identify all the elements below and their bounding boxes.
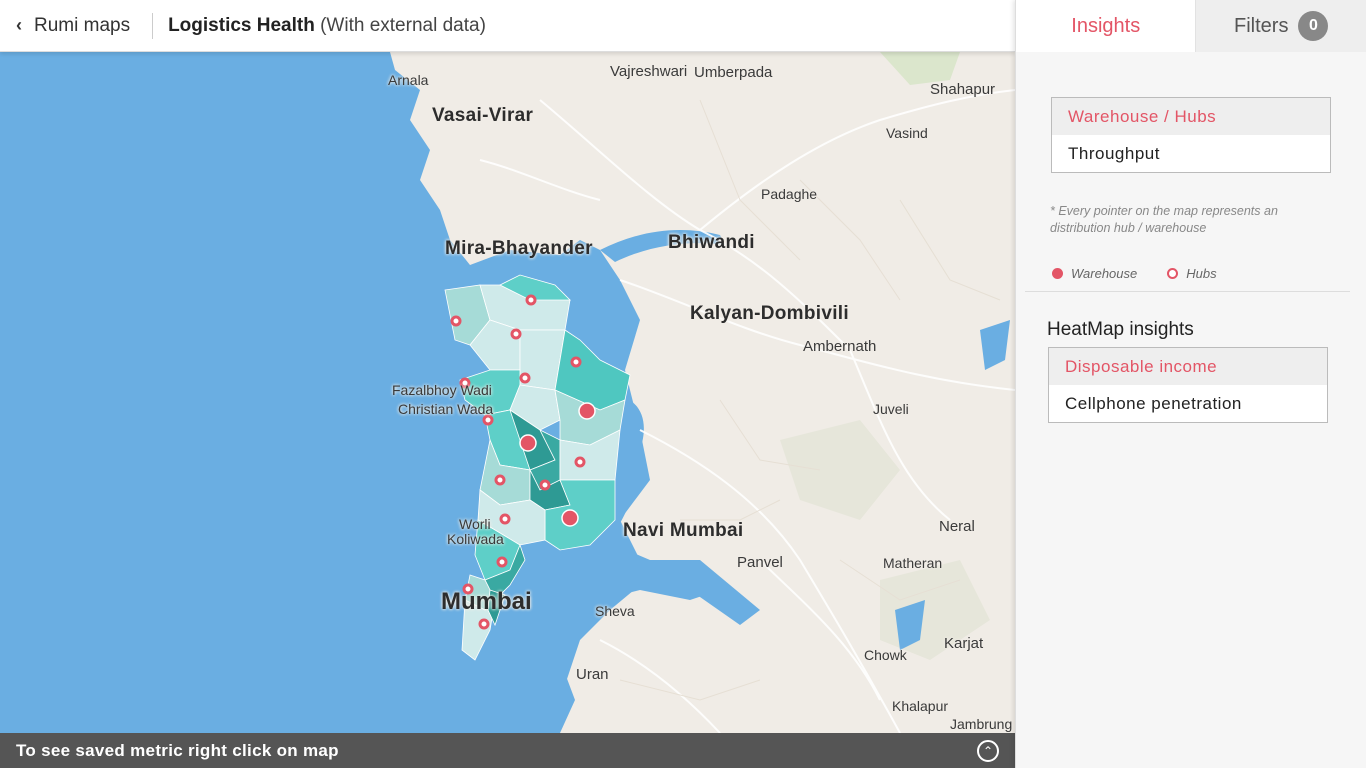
hub-ring-icon — [1167, 268, 1179, 279]
legend-hubs: Hubs — [1167, 266, 1217, 281]
place-label: Kalyan-Dombivili — [690, 303, 849, 324]
page-title-main: Logistics Health — [168, 14, 315, 36]
place-label: Sheva — [595, 603, 635, 619]
place-label: Mumbai — [441, 588, 532, 615]
page-title-sub: (With external data) — [320, 14, 486, 36]
place-label: Chowk — [864, 647, 907, 663]
bottom-hint-bar: To see saved metric right click on map ⌃ — [0, 733, 1015, 768]
tab-insights[interactable]: Insights — [1016, 0, 1196, 52]
place-label: Worli — [459, 516, 491, 532]
place-label: Jambrung — [950, 716, 1013, 732]
heatmap-title: HeatMap insights — [1047, 319, 1194, 340]
place-label: Navi Mumbai — [623, 520, 744, 541]
place-label: Padaghe — [761, 186, 818, 202]
place-label: Bhiwandi — [668, 232, 755, 253]
map-legend: Warehouse Hubs — [1052, 266, 1247, 281]
warehouse-dot-icon — [1052, 268, 1063, 279]
divider — [152, 12, 154, 39]
heatmap-option-cellphone-penetration[interactable]: Cellphone penetration — [1049, 385, 1327, 422]
map-note: * Every pointer on the map represents an… — [1050, 204, 1278, 235]
map-canvas[interactable]: Arnala Vajreshwari Umberpada Shahapur Va… — [0, 0, 1015, 768]
place-label: Uran — [576, 666, 609, 683]
page-title: Logistics Health (With external data) — [168, 15, 486, 37]
layer-list: Warehouse / Hubs Throughput — [1051, 97, 1331, 173]
place-label: Karjat — [944, 635, 984, 652]
back-label: Rumi maps — [34, 14, 131, 36]
legend-warehouse-label: Warehouse — [1071, 266, 1138, 281]
place-label: Shahapur — [930, 81, 996, 98]
place-label: Fazalbhoy Wadi — [392, 382, 492, 398]
filters-count-badge: 0 — [1298, 11, 1329, 41]
chevron-left-icon: ‹ — [16, 15, 22, 35]
place-label: Vajreshwari — [610, 63, 688, 80]
place-label: Juveli — [873, 401, 909, 417]
place-label: Khalapur — [892, 698, 949, 714]
panel-tabs: Insights Filters 0 — [1016, 0, 1366, 52]
place-label: Arnala — [388, 72, 429, 88]
place-label: Christian Wada — [398, 401, 494, 417]
place-label: Vasind — [886, 125, 928, 141]
place-label: Matheran — [883, 555, 943, 571]
panel-divider — [1025, 291, 1350, 292]
place-label: Umberpada — [694, 64, 773, 81]
top-bar: ‹ Rumi maps Logistics Health (With exter… — [0, 0, 1015, 52]
heatmap-option-disposable-income[interactable]: Disposable income — [1049, 348, 1327, 385]
place-label: Vasai-Virar — [432, 105, 534, 126]
tab-filters[interactable]: Filters 0 — [1195, 0, 1366, 52]
layer-option-throughput[interactable]: Throughput — [1052, 135, 1330, 172]
hint-text: To see saved metric right click on map — [16, 740, 339, 760]
place-label: Ambernath — [803, 338, 877, 355]
heatmap-list: Disposable income Cellphone penetration — [1048, 347, 1328, 423]
chevron-up-circle-icon[interactable]: ⌃ — [977, 739, 999, 762]
tab-insights-label: Insights — [1071, 14, 1141, 37]
place-label: Neral — [939, 518, 975, 535]
legend-warehouse: Warehouse — [1052, 266, 1137, 281]
place-label: Mira-Bhayander — [445, 238, 593, 259]
tab-filters-label: Filters — [1234, 14, 1289, 37]
place-label: Koliwada — [447, 531, 504, 547]
place-label: Panvel — [737, 554, 783, 571]
back-button[interactable]: ‹ Rumi maps — [0, 0, 130, 51]
layer-option-warehouse-hubs[interactable]: Warehouse / Hubs — [1052, 98, 1330, 135]
legend-hubs-label: Hubs — [1186, 266, 1217, 281]
